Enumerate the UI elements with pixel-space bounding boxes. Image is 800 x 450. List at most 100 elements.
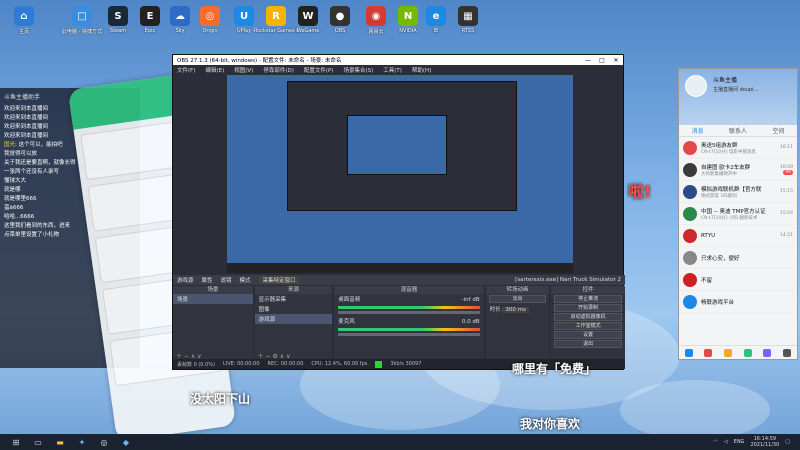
conversation-row[interactable]: 中国 -- 奥迪 TMP官方认证 CN-t7[10分] 小阳 翻新技术 15:04 [679, 203, 797, 225]
subtitle-4: 啦! [628, 182, 652, 201]
avatar [683, 184, 697, 199]
qq-tabs: 消息 联系人 空间 [679, 125, 797, 137]
mixer-dock: 混音器 桌面音频 -inf dB 麦克风 0.0 dB [334, 286, 484, 359]
status-dropped: 丢帧数 0 (0.0%) [177, 361, 215, 368]
menu-item[interactable]: 编辑(E) [205, 66, 224, 74]
avatar [683, 206, 697, 221]
status-cpu: CPU: 12.4%, 60.00 fps [311, 361, 368, 367]
window-label[interactable]: [sartersxix.exe] Nari Truck Simulator 2 [515, 277, 621, 283]
volume-icon[interactable]: ◁ [724, 439, 728, 445]
qq-panel: 斗鱼主播 主播直播间 doupi... 消息 联系人 空间 奥送5组游友群 CN-… [678, 68, 798, 360]
mixer-channel-db: 0.0 dB [461, 319, 480, 325]
source-item[interactable]: 游戏源 [254, 314, 333, 324]
conversation-row[interactable]: 奥送5组游友群 CN-t7[10分] 电影中部消息 16:11 [679, 137, 797, 159]
exit-button[interactable]: 退出 [554, 340, 623, 348]
sources-header: 来源 [254, 286, 333, 294]
menu-icon[interactable] [684, 348, 693, 357]
avatar [683, 162, 697, 177]
controls-dock: 控件 停止推流 开始录制 启动虚拟摄像机 工作室模式 设置 退出 [551, 286, 626, 359]
obs-taskbar-icon[interactable]: ◎ [98, 436, 110, 448]
conversation-row[interactable]: 不留 [679, 269, 797, 291]
tab-contacts[interactable]: 联系人 [729, 126, 747, 135]
unread-badge: 99 [783, 169, 793, 175]
system-tray: ◠ ◁ ENG 16:14:59 2021/11/30 ▢ [713, 436, 800, 448]
notification-icon[interactable]: ▢ [785, 439, 790, 445]
explorer-icon[interactable]: ▬ [54, 436, 66, 448]
scenes-footer[interactable]: ＋ − ∧ ∨ [173, 351, 253, 360]
window-titlebar[interactable]: OBS 27.1.3 (64-bit, windows) - 配置文件: 未命名… [173, 55, 623, 65]
volume-slider[interactable] [338, 311, 480, 314]
qq-bottom-bar [679, 345, 797, 359]
avatar[interactable] [685, 75, 707, 97]
docks: 场景 场景 ＋ − ∧ ∨ 来源 显示器采集 图像 游戏源 ＋ − ⚙ ∧ ∨ … [173, 286, 626, 360]
scene-item[interactable]: 场景 [173, 294, 253, 304]
toolbar-capture-select[interactable]: 采集特定窗口 [258, 276, 300, 284]
source-item[interactable]: 图像 [255, 304, 333, 314]
preview-canvas[interactable] [227, 75, 573, 273]
qq-taskbar-icon[interactable]: ◆ [120, 436, 132, 448]
transition-select[interactable]: 淡出 [488, 295, 547, 303]
sources-dock: 来源 显示器采集 图像 游戏源 ＋ − ⚙ ∧ ∨ [254, 286, 333, 360]
clock[interactable]: 16:14:59 2021/11/30 [750, 436, 779, 448]
toolbar-mode: 模式 [239, 278, 251, 284]
menu-item[interactable]: 视图(V) [234, 66, 253, 74]
games-icon[interactable] [704, 348, 713, 357]
menu-item[interactable]: 文件(F) [177, 66, 195, 74]
minimize-icon[interactable]: — [581, 57, 595, 64]
desktop-icon[interactable]: ⌂ 主页 [2, 6, 46, 35]
taskview-icon[interactable]: ▭ [32, 436, 44, 448]
toolbar-properties[interactable]: 属性 [202, 276, 213, 284]
menu-item[interactable]: 帮助(H) [412, 66, 431, 74]
avatar [683, 272, 697, 287]
mail-icon[interactable] [763, 348, 772, 357]
virtual-camera-button[interactable]: 启动虚拟摄像机 [554, 313, 623, 321]
qq-signature[interactable]: 主播直播间 doupi... [713, 86, 758, 93]
video-icon[interactable] [743, 348, 752, 357]
menu-item[interactable]: 停靠部件(D) [263, 66, 294, 74]
conversation-row[interactable]: 自建图 欧卡2车友群 大的新集播政开中 16:09 99 [679, 159, 797, 181]
stop-stream-button[interactable]: 停止推流 [554, 295, 623, 303]
lang-indicator[interactable]: ENG [734, 439, 745, 445]
conversation-row[interactable]: 只求心安，便好 [679, 247, 797, 269]
controls-header: 控件 [551, 286, 626, 294]
conversation-row[interactable]: 模拟游戏联机群【官方联 德式游友 1码都到 15:15 [679, 181, 797, 203]
music-icon[interactable] [724, 348, 733, 357]
conversation-row[interactable]: 畅联游戏平台 [679, 291, 797, 313]
qq-username: 斗鱼主播 [713, 77, 738, 84]
status-rec: REC: 00:00:00 [267, 361, 304, 367]
duration-value[interactable]: 300 ms [502, 307, 529, 313]
close-icon[interactable]: ✕ [609, 57, 623, 64]
mixer-header: 混音器 [334, 286, 484, 294]
start-icon[interactable]: ⊞ [10, 436, 22, 448]
audio-meter [338, 306, 480, 309]
sky-app-icon[interactable]: ✦ [76, 436, 88, 448]
settings-button[interactable]: 设置 [554, 331, 623, 339]
taskbar: ⊞ ▭ ▬ ✦ ◎ ◆ ◠ ◁ ENG 16:14:59 2021/11/30 … [0, 434, 800, 450]
window-title: OBS 27.1.3 (64-bit, windows) - 配置文件: 未命名… [177, 58, 342, 64]
sources-footer[interactable]: ＋ − ⚙ ∧ ∨ [255, 351, 333, 360]
volume-slider[interactable] [338, 333, 480, 336]
source-item[interactable]: 显示器采集 [255, 294, 333, 304]
subtitle-1: 没太阳下山 [190, 392, 251, 406]
avatar [683, 228, 697, 243]
conversation-row[interactable]: RTYU 14:21 [679, 225, 797, 247]
apps-icon[interactable] [783, 348, 792, 357]
tab-messages[interactable]: 消息 [692, 126, 704, 135]
studio-mode-button[interactable]: 工作室模式 [554, 322, 623, 330]
toolbar-filters[interactable]: 滤镜 [221, 276, 232, 284]
cloud [620, 380, 770, 440]
desktop-icon[interactable]: ▦ RTSS [446, 6, 490, 34]
avatar [683, 140, 697, 155]
start-recording-button[interactable]: 开始录制 [554, 304, 623, 312]
wifi-icon[interactable]: ◠ [713, 439, 717, 445]
source-toolbar: 游戏源 属性 滤镜 模式 采集特定窗口 [sartersxix.exe] Nar… [173, 275, 625, 285]
duration-label: 时长 300 ms [486, 304, 550, 314]
menu-item[interactable]: 场景集合(S) [343, 66, 373, 74]
menu-item[interactable]: 工具(T) [383, 66, 402, 74]
avatar [683, 250, 697, 265]
transitions-dock: 转场动画 淡出 时长 300 ms [485, 286, 550, 359]
status-bitrate: 3kb/s 30097 [390, 361, 422, 367]
tab-space[interactable]: 空间 [772, 126, 784, 135]
maximize-icon[interactable]: □ [595, 57, 609, 64]
menu-item[interactable]: 配置文件(P) [304, 66, 334, 74]
